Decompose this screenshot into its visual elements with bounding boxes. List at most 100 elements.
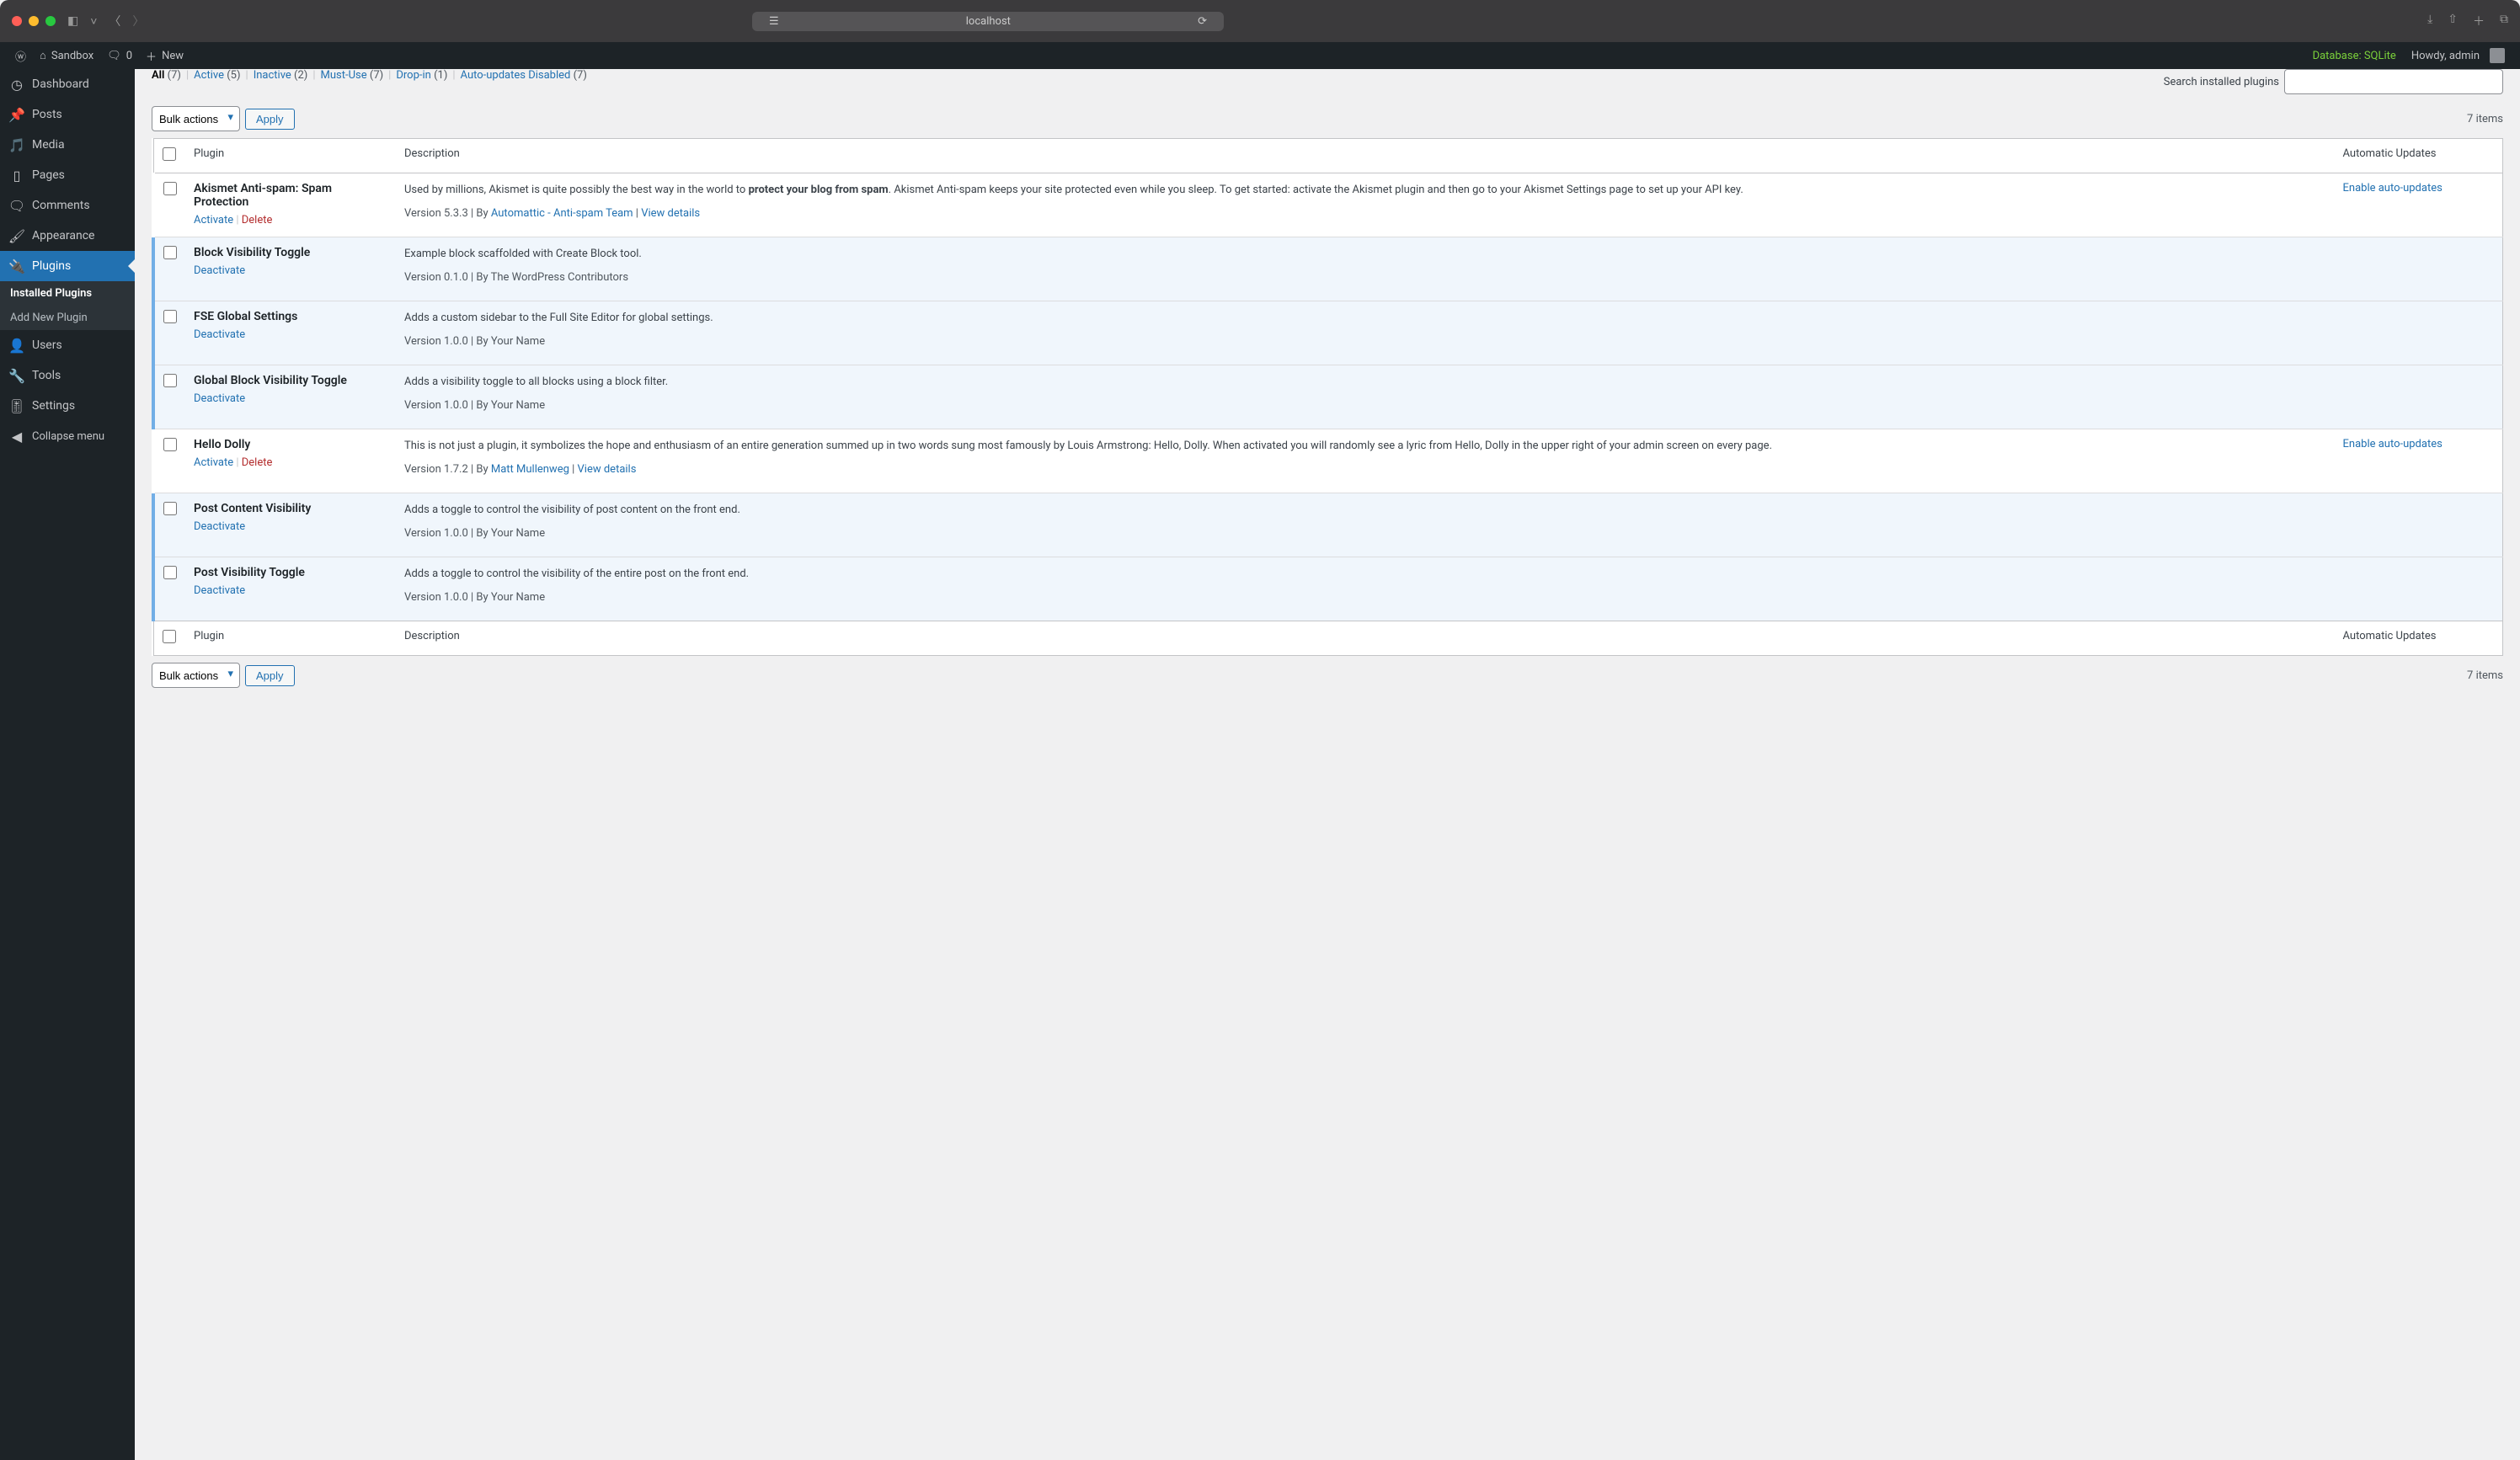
site-name-link[interactable]: ⌂ Sandbox [33, 42, 100, 69]
deactivate-link[interactable]: Deactivate [194, 264, 245, 277]
row-checkbox[interactable] [163, 566, 177, 579]
column-plugin-bottom[interactable]: Plugin [185, 621, 396, 656]
tabs-icon[interactable]: ⧉ [2500, 13, 2508, 29]
sidebar-item-media[interactable]: 🎵 Media [0, 130, 135, 160]
sidebar-item-add-new-plugin[interactable]: Add New Plugin [0, 306, 135, 330]
plugin-name: Akismet Anti-spam: Spam Protection [194, 182, 387, 209]
wp-logo[interactable]: ⓦ [8, 42, 33, 69]
select-all-checkbox-bottom[interactable] [163, 630, 176, 643]
row-checkbox[interactable] [163, 246, 177, 259]
table-row: Global Block Visibility ToggleDeactivate… [153, 365, 2503, 429]
sidebar-item-pages[interactable]: ▯ Pages [0, 160, 135, 190]
close-window-icon[interactable] [12, 16, 22, 26]
filter-active[interactable]: Active (5) [194, 69, 240, 82]
row-checkbox[interactable] [163, 438, 177, 451]
plugin-meta: Version 1.0.0 | By Your Name [404, 397, 2326, 414]
chevron-down-icon[interactable]: ˅ [90, 14, 97, 29]
author-link[interactable]: Matt Mullenweg [491, 463, 569, 476]
row-actions: Deactivate [194, 392, 387, 405]
plugin-description: This is not just a plugin, it symbolizes… [404, 438, 2326, 455]
search-input[interactable] [2284, 69, 2503, 94]
new-tab-icon[interactable]: ＋ [2473, 13, 2485, 29]
activate-link[interactable]: Activate [194, 456, 233, 469]
sidebar-label: Comments [32, 199, 90, 212]
enable-auto-updates-link[interactable]: Enable auto-updates [2343, 182, 2443, 194]
row-checkbox[interactable] [163, 502, 177, 515]
filter-inactive[interactable]: Inactive (2) [254, 69, 308, 82]
row-actions: Activate | Delete [194, 456, 387, 469]
author-link[interactable]: Automattic - Anti-spam Team [491, 207, 633, 220]
sidebar-item-plugins[interactable]: 🔌 Plugins [0, 251, 135, 281]
filter-mustuse[interactable]: Must-Use (7) [321, 69, 384, 82]
column-plugin[interactable]: Plugin [185, 139, 396, 173]
select-all-checkbox[interactable] [163, 147, 176, 161]
download-icon[interactable]: ⤓ [2427, 13, 2432, 29]
traffic-lights [12, 16, 56, 26]
plugin-meta: Version 1.0.0 | By Your Name [404, 333, 2326, 350]
collapse-menu-button[interactable]: ◀ Collapse menu [0, 421, 135, 451]
delete-link[interactable]: Delete [242, 456, 273, 469]
sidebar-item-appearance[interactable]: 🖌 Appearance [0, 221, 135, 251]
row-actions: Deactivate [194, 520, 387, 533]
sidebar-item-users[interactable]: 👤 Users [0, 330, 135, 360]
row-checkbox[interactable] [163, 182, 177, 195]
deactivate-link[interactable]: Deactivate [194, 328, 245, 341]
sidebar-item-installed-plugins[interactable]: Installed Plugins [0, 281, 135, 306]
deactivate-link[interactable]: Deactivate [194, 392, 245, 405]
new-content-link[interactable]: ＋ New [139, 42, 190, 69]
apply-button[interactable]: Apply [245, 109, 295, 130]
comment-icon: 🗨 [8, 197, 25, 214]
share-icon[interactable]: ⇧ [2448, 13, 2458, 29]
user-icon: 👤 [8, 337, 25, 354]
plugin-description: Adds a custom sidebar to the Full Site E… [404, 310, 2326, 327]
sidebar-item-dashboard[interactable]: ◷ Dashboard [0, 69, 135, 99]
search-label: Search installed plugins [2164, 76, 2279, 88]
maximize-window-icon[interactable] [45, 16, 56, 26]
row-actions: Deactivate [194, 328, 387, 341]
sidebar-toggle-icon[interactable]: ◧ [67, 14, 78, 28]
column-auto-updates-bottom[interactable]: Automatic Updates [2335, 621, 2503, 656]
plugin-meta: Version 1.0.0 | By Your Name [404, 589, 2326, 606]
sidebar-item-settings[interactable]: 🎚 Settings [0, 391, 135, 421]
row-checkbox[interactable] [163, 374, 177, 387]
deactivate-link[interactable]: Deactivate [194, 520, 245, 533]
home-icon: ⌂ [40, 49, 46, 62]
filter-autodisabled[interactable]: Auto-updates Disabled (7) [461, 69, 587, 82]
reader-icon[interactable]: ☰ [769, 15, 779, 28]
deactivate-link[interactable]: Deactivate [194, 584, 245, 597]
reload-icon[interactable]: ⟳ [1198, 15, 1207, 28]
collapse-icon: ◀ [8, 428, 25, 445]
view-details-link[interactable]: View details [578, 463, 637, 476]
table-row: Block Visibility ToggleDeactivateExample… [153, 237, 2503, 301]
activate-link[interactable]: Activate [194, 214, 233, 226]
plugin-icon: 🔌 [8, 258, 25, 274]
plugin-meta: Version 5.3.3 | By Automattic - Anti-spa… [404, 205, 2326, 222]
comment-icon: 🗨 [107, 50, 121, 62]
bulk-actions-select-bottom[interactable]: Bulk actions [152, 663, 240, 688]
delete-link[interactable]: Delete [242, 214, 273, 226]
url-bar[interactable]: ☰ localhost ⟳ [752, 12, 1224, 31]
filter-all[interactable]: All (7) [152, 69, 181, 82]
row-checkbox[interactable] [163, 310, 177, 323]
bulk-actions-select[interactable]: Bulk actions [152, 106, 240, 131]
sidebar-label: Tools [32, 369, 61, 382]
row-actions: Deactivate [194, 584, 387, 597]
sidebar-item-comments[interactable]: 🗨 Comments [0, 190, 135, 221]
enable-auto-updates-link[interactable]: Enable auto-updates [2343, 438, 2443, 450]
site-name-label: Sandbox [51, 50, 93, 62]
filter-dropin[interactable]: Drop-in (1) [396, 69, 447, 82]
comments-link[interactable]: 🗨 0 [100, 42, 139, 69]
my-account-link[interactable]: Howdy, admin [2405, 42, 2512, 69]
apply-button-bottom[interactable]: Apply [245, 665, 295, 686]
wp-admin-bar: ⓦ ⌂ Sandbox 🗨 0 ＋ New Database: SQLite H… [0, 42, 2520, 69]
tablenav-bottom: Bulk actions Apply 7 items [152, 656, 2503, 695]
back-icon[interactable]: 〈 [109, 13, 120, 29]
sidebar-label: Pages [32, 168, 65, 182]
sidebar-item-posts[interactable]: 📌 Posts [0, 99, 135, 130]
sidebar-item-tools[interactable]: 🔧 Tools [0, 360, 135, 391]
column-description-bottom[interactable]: Description [396, 621, 2335, 656]
minimize-window-icon[interactable] [29, 16, 39, 26]
view-details-link[interactable]: View details [641, 207, 700, 220]
column-description[interactable]: Description [396, 139, 2335, 173]
column-auto-updates[interactable]: Automatic Updates [2335, 139, 2503, 173]
